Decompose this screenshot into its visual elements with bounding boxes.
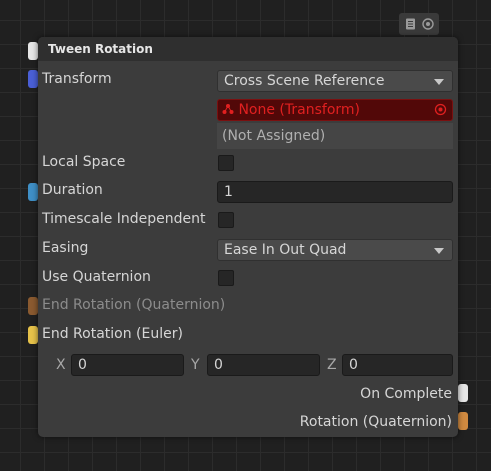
easing-dropdown-value: Ease In Out Quad <box>224 242 347 258</box>
chevron-down-icon <box>434 248 444 254</box>
input-port-end-rotation-quaternion[interactable] <box>28 297 38 315</box>
x-label: X <box>56 357 66 373</box>
use-quaternion-toggle[interactable] <box>218 270 234 286</box>
transform-reference-dropdown-value: Cross Scene Reference <box>224 73 385 89</box>
input-port-end-rotation-euler[interactable] <box>28 326 38 344</box>
end-rotation-euler-label: End Rotation (Euler) <box>42 326 183 342</box>
node-title[interactable]: Tween Rotation <box>38 37 458 61</box>
rotation-output-label: Rotation (Quaternion) <box>299 414 452 430</box>
input-port-duration[interactable] <box>28 183 38 201</box>
output-port-rotation[interactable] <box>458 412 468 430</box>
duration-label: Duration <box>42 182 103 198</box>
node-toolbar <box>399 13 439 35</box>
target-icon[interactable] <box>421 18 434 30</box>
output-port-on-complete[interactable] <box>458 384 468 402</box>
duration-input[interactable]: 1 <box>217 181 453 203</box>
z-label: Z <box>327 357 337 373</box>
timescale-independent-toggle[interactable] <box>218 212 234 228</box>
easing-dropdown[interactable]: Ease In Out Quad <box>217 239 453 261</box>
object-picker-icon[interactable] <box>434 103 447 116</box>
input-port-flow[interactable] <box>28 42 38 60</box>
easing-label: Easing <box>42 240 89 256</box>
local-space-toggle[interactable] <box>218 155 234 171</box>
z-input[interactable]: 0 <box>342 354 453 376</box>
transform-icon <box>222 104 234 114</box>
y-label: Y <box>191 357 200 373</box>
document-icon[interactable] <box>405 18 417 30</box>
on-complete-output-label: On Complete <box>360 386 452 402</box>
use-quaternion-label: Use Quaternion <box>42 269 151 285</box>
input-port-transform[interactable] <box>28 70 38 88</box>
transform-object-value: None (Transform) <box>238 102 360 118</box>
transform-label: Transform <box>42 71 112 87</box>
x-input[interactable]: 0 <box>71 354 184 376</box>
transform-object-field[interactable]: None (Transform) <box>217 99 453 121</box>
chevron-down-icon <box>434 79 444 85</box>
transform-reference-dropdown[interactable]: Cross Scene Reference <box>217 70 453 92</box>
end-rotation-quaternion-label: End Rotation (Quaternion) <box>42 297 226 313</box>
transform-status: (Not Assigned) <box>217 123 453 149</box>
tween-rotation-node[interactable]: Tween Rotation Transform Cross Scene Ref… <box>38 37 458 437</box>
y-input[interactable]: 0 <box>207 354 320 376</box>
local-space-label: Local Space <box>42 154 126 170</box>
timescale-independent-label: Timescale Independent <box>42 211 206 227</box>
